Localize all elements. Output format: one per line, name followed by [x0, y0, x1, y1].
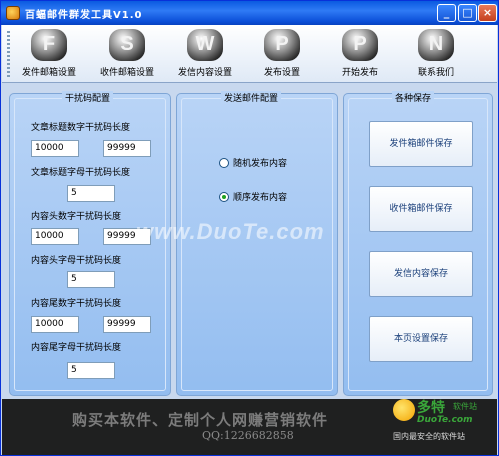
sequential-publish-radio[interactable]: 顺序发布内容	[219, 190, 287, 203]
title-bar[interactable]: 百蝠邮件群发工具V1.0 _ □ ×	[1, 1, 498, 25]
toolbar-start-publish-button[interactable]: P 开始发布	[332, 29, 388, 81]
save-sender-mail-button[interactable]: 发件箱邮件保存	[369, 121, 473, 167]
content-head-letter-label: 内容头字母干扰码长度	[31, 256, 122, 266]
interference-legend: 干扰码配置	[62, 91, 114, 104]
save-receiver-mail-button[interactable]: 收件箱邮件保存	[369, 186, 473, 232]
content-tail-num-min-input[interactable]: 10000	[31, 316, 79, 333]
sequential-publish-label: 顺序发布内容	[233, 193, 288, 203]
toolbar-item-label: 发信内容设置	[177, 68, 232, 78]
toolbar-publish-settings-button[interactable]: P 发布设置	[254, 29, 310, 81]
content-head-num-label: 内容头数字干扰码长度	[31, 212, 122, 222]
duote-logo-domain: DuoTe.com	[417, 415, 473, 425]
duote-logo: 多特 软件站 DuoTe.com 国内最安全的软件站	[393, 397, 497, 445]
gear-n-icon: N	[418, 29, 454, 61]
gear-p-icon: P	[264, 29, 300, 61]
banner-qq: QQ:1226682858	[202, 429, 294, 442]
toolbar-sender-settings-button[interactable]: F 发件邮箱设置	[16, 29, 82, 81]
toolbar-contact-button[interactable]: N 联系我们	[408, 29, 464, 81]
window-title: 百蝠邮件群发工具V1.0	[25, 10, 143, 21]
content-head-num-min-input[interactable]: 10000	[31, 228, 79, 245]
duote-logo-slogan: 国内最安全的软件站	[393, 432, 465, 441]
article-title-num-min-input[interactable]: 10000	[31, 140, 79, 157]
duote-watermark: www.DuoTe.com	[136, 219, 325, 244]
duote-logo-name: 多特	[417, 400, 445, 416]
content-tail-letter-input[interactable]: 5	[67, 362, 115, 379]
gear-s-icon: S	[109, 29, 145, 61]
random-publish-radio[interactable]: 随机发布内容	[219, 156, 287, 169]
banner-message: 购买本软件、定制个人网赚营销软件	[72, 411, 329, 429]
toolbar-content-settings-button[interactable]: W 发信内容设置	[172, 29, 238, 81]
article-title-letter-input[interactable]: 5	[67, 185, 115, 202]
toolbar-item-label: 发件邮箱设置	[21, 68, 76, 78]
article-title-num-max-input[interactable]: 99999	[103, 140, 151, 157]
toolbar-item-label: 联系我们	[417, 68, 454, 78]
app-window: 百蝠邮件群发工具V1.0 _ □ × F 发件邮箱设置 S 收件邮箱设置 W 发…	[0, 0, 499, 456]
save-page-settings-button[interactable]: 本页设置保存	[369, 316, 473, 362]
content-head-letter-input[interactable]: 5	[67, 271, 115, 288]
random-publish-label: 随机发布内容	[233, 159, 288, 169]
send-config-legend: 发送邮件配置	[221, 91, 282, 104]
duote-logo-tag: 软件站	[453, 402, 477, 411]
toolbar-item-label: 发布设置	[263, 68, 300, 78]
toolbar-receiver-settings-button[interactable]: S 收件邮箱设置	[94, 29, 160, 81]
gear-w-icon: W	[187, 29, 223, 61]
content-tail-letter-label: 内容尾字母干扰码长度	[31, 343, 122, 353]
toolbar-item-label: 收件邮箱设置	[99, 68, 154, 78]
main-toolbar: F 发件邮箱设置 S 收件邮箱设置 W 发信内容设置 P 发布设置 P 开始发布…	[2, 25, 497, 83]
radio-on-icon	[219, 192, 229, 202]
content-tail-num-max-input[interactable]: 99999	[103, 316, 151, 333]
app-icon	[6, 6, 20, 20]
gear-f-icon: F	[31, 29, 67, 61]
saves-legend: 各种保存	[392, 91, 435, 104]
save-content-button[interactable]: 发信内容保存	[369, 251, 473, 297]
article-title-num-label: 文章标题数字干扰码长度	[31, 123, 131, 133]
radio-off-icon	[219, 158, 229, 168]
article-title-letter-label: 文章标题字母干扰码长度	[31, 168, 131, 178]
duote-logo-icon	[393, 399, 415, 421]
saves-panel: 各种保存 发件箱邮件保存 收件箱邮件保存 发信内容保存 本页设置保存	[343, 91, 493, 396]
maximize-button[interactable]: □	[458, 4, 477, 22]
close-button[interactable]: ×	[478, 4, 497, 22]
toolbar-item-label: 开始发布	[341, 68, 378, 78]
minimize-button[interactable]: _	[437, 4, 456, 22]
content-tail-num-label: 内容尾数字干扰码长度	[31, 299, 122, 309]
toolbar-grip[interactable]	[7, 31, 10, 77]
gear-p2-icon: P	[342, 29, 378, 61]
